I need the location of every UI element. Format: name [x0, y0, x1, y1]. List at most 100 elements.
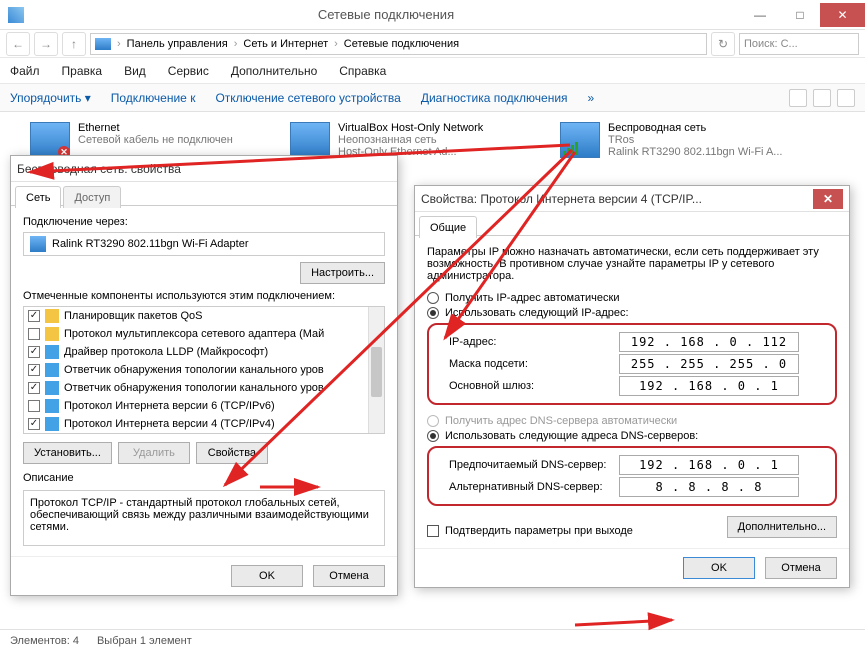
dns-alt-label: Альтернативный DNS-сервер: [449, 481, 619, 493]
view-icon[interactable] [789, 89, 807, 107]
cmd-organize[interactable]: Упорядочить ▾ [10, 91, 91, 105]
checkbox-icon[interactable]: ✓ [28, 382, 40, 394]
install-button[interactable]: Установить... [23, 442, 112, 464]
checkbox-icon[interactable]: ✓ [28, 346, 40, 358]
dns-preferred-input[interactable]: 192 . 168 . 0 . 1 [619, 455, 799, 475]
signal-bars-icon [561, 140, 580, 157]
dlg2-close-button[interactable]: ✕ [813, 189, 843, 209]
dlg1-titlebar[interactable]: Беспроводная сеть: свойства [11, 156, 397, 182]
radio-ip-auto[interactable]: Получить IP-адрес автоматически [427, 292, 837, 304]
component-label: Планировщик пакетов QoS [64, 310, 203, 322]
refresh-button[interactable]: ↻ [711, 32, 735, 56]
description-text: Протокол TCP/IP - стандартный протокол г… [23, 490, 385, 546]
components-list[interactable]: ✓ Планировщик пакетов QoS Протокол мультип… [23, 306, 385, 434]
dlg2-ok-button[interactable]: OK [683, 557, 755, 579]
checkbox-icon[interactable] [28, 400, 40, 412]
menu-view[interactable]: Вид [124, 64, 146, 78]
crumb-control-panel[interactable]: Панель управления [127, 38, 228, 50]
search-input[interactable]: Поиск: С... [739, 33, 859, 55]
subnet-mask-input[interactable]: 255 . 255 . 255 . 0 [619, 354, 799, 374]
ip-address-input[interactable]: 192 . 168 . 0 . 112 [619, 332, 799, 352]
checkbox-icon[interactable] [28, 328, 40, 340]
wifi-name: Беспроводная сеть [608, 122, 782, 134]
dlg2-title: Свойства: Протокол Интернета версии 4 (T… [421, 192, 702, 206]
component-row[interactable]: ✓ Протокол Интернета версии 4 (TCP/IPv4) [24, 415, 384, 433]
dns-alt-input[interactable]: 8 . 8 . 8 . 8 [619, 477, 799, 497]
back-button[interactable]: ← [6, 32, 30, 56]
subnet-mask-label: Маска подсети: [449, 358, 619, 370]
component-icon [45, 327, 59, 341]
item-wifi[interactable]: Беспроводная сеть TRos Ralink RT3290 802… [560, 122, 790, 158]
component-label: Драйвер протокола LLDP (Майкрософт) [64, 346, 268, 358]
dlg1-title: Беспроводная сеть: свойства [17, 162, 181, 176]
dlg2-titlebar[interactable]: Свойства: Протокол Интернета версии 4 (T… [415, 186, 849, 212]
validate-checkbox[interactable]: Подтвердить параметры при выходе [427, 525, 633, 537]
advanced-button[interactable]: Дополнительно... [727, 516, 837, 538]
adapter-box: Ralink RT3290 802.11bgn Wi-Fi Adapter [23, 232, 385, 256]
configure-button[interactable]: Настроить... [300, 262, 385, 284]
checkbox-icon[interactable]: ✓ [28, 364, 40, 376]
item-virtualbox[interactable]: VirtualBox Host-Only Network Неопознанна… [290, 122, 520, 158]
component-label: Ответчик обнаружения топологии канальног… [64, 364, 324, 376]
crumb-connections[interactable]: Сетевые подключения [344, 38, 459, 50]
cmd-disable[interactable]: Отключение сетевого устройства [215, 91, 400, 105]
ethernet-name: Ethernet [78, 122, 233, 134]
component-row[interactable]: ✓ Ответчик обнаружения топологии канально… [24, 361, 384, 379]
ip-address-group: IP-адрес: 192 . 168 . 0 . 112 Маска подс… [427, 323, 837, 405]
checkbox-icon[interactable]: ✓ [28, 310, 40, 322]
menu-extra[interactable]: Дополнительно [231, 64, 317, 78]
component-row[interactable]: ✓ Ответчик обнаружения топологии канально… [24, 379, 384, 397]
component-icon [45, 399, 59, 413]
dlg2-cancel-button[interactable]: Отмена [765, 557, 837, 579]
crumb-network[interactable]: Сеть и Интернет [243, 38, 328, 50]
main-titlebar: Сетевые подключения — □ ✕ [0, 0, 865, 30]
radio-ip-manual[interactable]: Использовать следующий IP-адрес: [427, 307, 837, 319]
location-icon [95, 38, 111, 50]
component-label: Протокол Интернета версии 6 (TCP/IPv6) [64, 400, 275, 412]
cmd-more[interactable]: » [588, 91, 595, 105]
properties-button[interactable]: Свойства [196, 442, 268, 464]
ethernet-status: Сетевой кабель не подключен [78, 134, 233, 146]
menu-help[interactable]: Справка [339, 64, 386, 78]
maximize-button[interactable]: □ [780, 3, 820, 27]
dlg1-ok-button[interactable]: OK [231, 565, 303, 587]
up-button[interactable]: ↑ [62, 32, 86, 56]
gateway-input[interactable]: 192 . 168 . 0 . 1 [619, 376, 799, 396]
wifi-status: TRos [608, 134, 782, 146]
component-label: Ответчик обнаружения топологии канальног… [64, 382, 324, 394]
component-row[interactable]: ✓ Драйвер протокола LLDP (Майкрософт) [24, 343, 384, 361]
scrollbar-thumb[interactable] [371, 347, 382, 397]
item-ethernet[interactable]: ✕ Ethernet Сетевой кабель не подключен [30, 122, 260, 158]
minimize-button[interactable]: — [740, 3, 780, 27]
radio-dns-auto: Получить адрес DNS-сервера автоматически [427, 415, 837, 427]
tab-network[interactable]: Сеть [15, 186, 61, 208]
description-section: Описание Протокол TCP/IP - стандартный п… [23, 472, 385, 546]
radio-icon [427, 307, 439, 319]
cmd-connect[interactable]: Подключение к [111, 91, 196, 105]
details-icon[interactable] [813, 89, 831, 107]
menu-edit[interactable]: Правка [62, 64, 103, 78]
ip-intro-text: Параметры IP можно назначать автоматичес… [427, 246, 837, 282]
component-row[interactable]: ✓ Планировщик пакетов QoS [24, 307, 384, 325]
status-selected: Выбран 1 элемент [97, 635, 192, 647]
wifi-driver: Ralink RT3290 802.11bgn Wi-Fi A... [608, 146, 782, 158]
adapter-icon [30, 236, 46, 252]
menu-tools[interactable]: Сервис [168, 64, 209, 78]
scrollbar[interactable] [368, 307, 384, 433]
tab-sharing[interactable]: Доступ [63, 186, 121, 208]
checkbox-icon[interactable]: ✓ [28, 418, 40, 430]
breadcrumb[interactable]: › Панель управления › Сеть и Интернет › … [90, 33, 707, 55]
component-row[interactable]: Протокол мультиплексора сетевого адаптер… [24, 325, 384, 343]
component-label: Протокол Интернета версии 4 (TCP/IPv4) [64, 418, 275, 430]
tab-general[interactable]: Общие [419, 216, 477, 238]
menu-file[interactable]: Файл [10, 64, 40, 78]
menu-bar: Файл Правка Вид Сервис Дополнительно Спр… [0, 58, 865, 84]
dlg1-cancel-button[interactable]: Отмена [313, 565, 385, 587]
cmd-diagnose[interactable]: Диагностика подключения [421, 91, 568, 105]
radio-icon [427, 415, 439, 427]
help-icon[interactable] [837, 89, 855, 107]
forward-button[interactable]: → [34, 32, 58, 56]
radio-dns-manual[interactable]: Использовать следующие адреса DNS-сервер… [427, 430, 837, 442]
component-row[interactable]: Протокол Интернета версии 6 (TCP/IPv6) [24, 397, 384, 415]
close-button[interactable]: ✕ [820, 3, 865, 27]
